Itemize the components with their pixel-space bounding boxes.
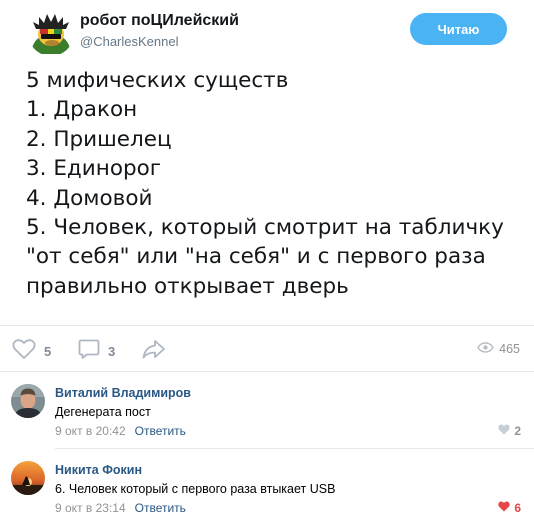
comment-text: 6. Человек который с первого раза втыкае… — [55, 482, 336, 496]
tweet-line: 5 мифических существ — [26, 68, 289, 93]
follow-button[interactable]: Читаю — [410, 13, 507, 45]
tweet-line: 1. Дракон — [26, 97, 138, 123]
comment-item: Виталий Владимиров Дегенерата пост 9 окт… — [0, 372, 534, 449]
tweet-line: 2. Пришелец — [26, 126, 172, 152]
comment-meta: 9 окт в 23:14 Ответить — [55, 501, 186, 515]
tweet-author-avatar[interactable] — [28, 10, 74, 56]
tweet-text: 5 мифических существ 1. Дракон 2. Пришел… — [26, 66, 516, 301]
comment-author[interactable]: Никита Фокин — [55, 463, 142, 477]
comments-section: Виталий Владимиров Дегенерата пост 9 окт… — [0, 371, 534, 517]
comment-meta: 9 окт в 20:42 Ответить — [55, 424, 186, 438]
post-actions-bar: 5 3 465 — [0, 325, 534, 371]
reply-link[interactable]: Ответить — [135, 501, 186, 515]
tweet-line: 3. Единорог — [26, 156, 162, 182]
reply-link[interactable]: Ответить — [135, 424, 186, 438]
tweet-author-handle[interactable]: @CharlesKennel — [80, 34, 178, 49]
view-count: 465 — [499, 342, 520, 356]
heart-outline-icon — [12, 338, 36, 365]
comment-like-count: 6 — [514, 501, 521, 515]
view-counter: 465 — [477, 342, 520, 356]
commenter-avatar[interactable] — [11, 384, 45, 418]
heart-icon — [498, 424, 510, 438]
share-button[interactable] — [141, 338, 167, 365]
tweet-line: "от себя" или "на себя" и с первого раза — [26, 244, 486, 270]
tweet-author-name[interactable]: робот поЦИлейский — [80, 12, 239, 30]
comment-like-button[interactable]: 2 — [498, 424, 521, 438]
share-arrow-icon — [141, 338, 167, 365]
comment-text: Дегенерата пост — [55, 405, 151, 419]
comment-date[interactable]: 9 окт в 20:42 — [55, 424, 126, 438]
comment-item: Никита Фокин 6. Человек который с первог… — [0, 449, 534, 517]
like-count: 5 — [44, 344, 52, 359]
tweet-line: 5. Человек, который смотрит на табличку — [26, 215, 504, 241]
tweet-line: правильно открывает дверь — [26, 273, 349, 299]
embedded-tweet: робот поЦИлейский @CharlesKennel Читаю 5… — [0, 0, 534, 320]
eye-icon — [477, 342, 494, 356]
comment-count: 3 — [108, 344, 116, 359]
comment-icon — [78, 338, 100, 365]
commenter-avatar[interactable] — [11, 461, 45, 495]
heart-icon — [498, 501, 510, 515]
like-button[interactable]: 5 — [12, 338, 51, 365]
comment-button[interactable]: 3 — [78, 338, 115, 365]
comment-like-count: 2 — [514, 424, 521, 438]
comment-author[interactable]: Виталий Владимиров — [55, 386, 191, 400]
comment-date[interactable]: 9 окт в 23:14 — [55, 501, 126, 515]
comment-like-button[interactable]: 6 — [498, 501, 521, 515]
tweet-line: 4. Домовой — [26, 185, 153, 211]
